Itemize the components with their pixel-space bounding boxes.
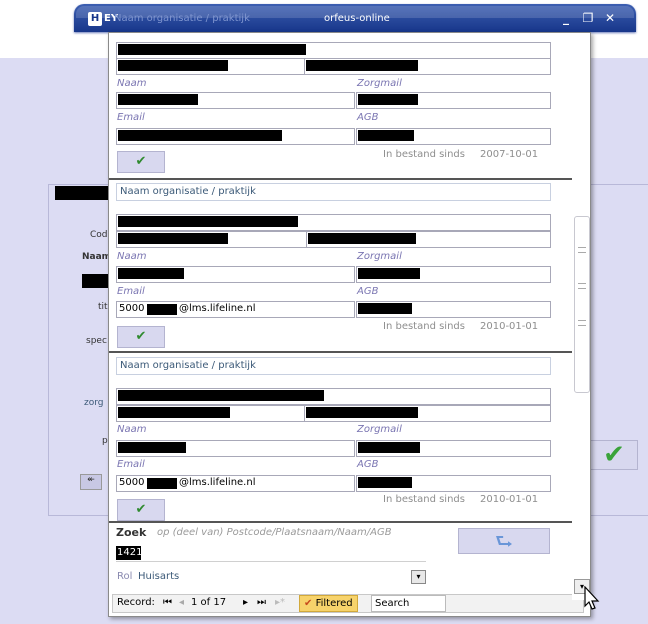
search-label: Zoek — [116, 526, 147, 539]
first-record-button[interactable]: ⏮ — [163, 597, 172, 608]
filtered-toggle[interactable]: ✔ Filtered — [299, 595, 358, 612]
thumb-grip-icon — [578, 247, 586, 253]
record-label: Record: — [117, 597, 155, 608]
record3-naam-redacted — [118, 442, 186, 453]
restore-button[interactable]: ❐ — [580, 10, 596, 26]
background-redacted — [55, 186, 108, 200]
record-separator — [109, 178, 572, 180]
background-code-label: Cod — [90, 230, 108, 240]
last-record-button[interactable]: ⏭ — [257, 597, 266, 608]
record2-select-button[interactable]: ✔ — [117, 326, 165, 348]
record2-zorgmail-label: Zorgmail — [357, 251, 402, 262]
record1-org-redacted — [118, 44, 306, 55]
record1-naam-label: Naam — [117, 78, 147, 89]
record1-naam-redacted — [118, 94, 198, 105]
record3-address-redacted — [118, 390, 324, 401]
app-icon: H — [88, 12, 102, 26]
record2-city-redacted — [308, 233, 416, 244]
search-underline — [116, 561, 426, 562]
record3-org-field[interactable]: Naam organisatie / praktijk — [116, 357, 551, 375]
record-separator — [109, 521, 572, 523]
record2-address-redacted — [118, 216, 298, 227]
record3-email-field[interactable]: 5000 @lms.lifeline.nl — [116, 475, 355, 492]
record-position[interactable]: 1 of 17 — [191, 597, 226, 608]
record1-email-redacted — [118, 130, 282, 141]
record3-naam-label: Naam — [117, 424, 147, 435]
minimize-button[interactable]: _ — [558, 10, 574, 26]
record3-agb-redacted — [358, 477, 412, 488]
record3-email-label: Email — [117, 459, 145, 470]
record3-email-redacted — [147, 478, 177, 489]
record3-email-suffix: @lms.lifeline.nl — [179, 477, 256, 488]
record2-agb-redacted — [358, 303, 412, 314]
thumb-grip-icon — [578, 283, 586, 289]
record3-since-label: In bestand sinds — [383, 494, 465, 505]
new-record-button[interactable]: ▸* — [275, 597, 285, 608]
rol-label: Rol — [117, 571, 133, 582]
record2-naam-redacted — [118, 268, 184, 279]
rol-select[interactable]: Huisarts — [138, 571, 179, 582]
search-input[interactable]: 1421 — [116, 546, 142, 560]
search-box[interactable]: Search — [371, 595, 446, 612]
record2-street-redacted — [118, 233, 228, 244]
record2-email-label: Email — [117, 286, 145, 297]
background-redacted-2 — [82, 274, 108, 288]
record3-city-redacted — [306, 407, 418, 418]
record3-since-value: 2010-01-01 — [480, 494, 539, 505]
background-back-button[interactable]: ↞ — [80, 474, 102, 490]
record3-agb-label: AGB — [357, 459, 379, 470]
background-spec-label: spec — [86, 336, 107, 346]
filter-icon: ✔ — [304, 598, 313, 609]
background-tit-label: tit — [98, 302, 108, 312]
previous-record-button[interactable]: ◂ — [179, 597, 184, 608]
record2-email-redacted — [147, 304, 177, 315]
search-hint: op (deel van) Postcode/Plaatsnaam/Naam/A… — [157, 527, 392, 538]
record3-street-redacted — [118, 407, 230, 418]
record2-zorgmail-redacted — [358, 268, 420, 279]
record1-address-redacted — [118, 60, 228, 71]
search-go-button[interactable]: ⮑ — [458, 528, 550, 554]
record-navigation-bar: Record: ⏮ ◂ 1 of 17 ▸ ⏭ ▸* ✔ Filtered Se… — [112, 594, 584, 613]
filtered-label: Filtered — [315, 598, 353, 609]
background-ok-button[interactable]: ✔ — [590, 440, 638, 470]
record2-email-field[interactable]: 5000 @lms.lifeline.nl — [116, 301, 355, 318]
record1-zorgmail-redacted — [358, 94, 418, 105]
record2-agb-label: AGB — [357, 286, 379, 297]
window-title: orfeus-online — [324, 13, 390, 24]
record2-email-prefix: 5000 — [119, 303, 145, 314]
background-p-label: p — [102, 436, 108, 446]
record3-select-button[interactable]: ✔ — [117, 499, 165, 521]
record2-naam-label: Naam — [117, 251, 147, 262]
record2-since-value: 2010-01-01 — [480, 321, 539, 332]
scrollbar-thumb[interactable] — [574, 216, 590, 393]
title-faint-text: Naam organisatie / praktijk — [114, 13, 250, 24]
close-button[interactable]: ✕ — [602, 10, 618, 26]
record3-zorgmail-label: Zorgmail — [357, 424, 402, 435]
record2-since-label: In bestand sinds — [383, 321, 465, 332]
record3-zorgmail-redacted — [358, 442, 420, 453]
record3-email-prefix: 5000 — [119, 477, 145, 488]
record2-email-suffix: @lms.lifeline.nl — [179, 303, 256, 314]
record1-agb-redacted — [358, 130, 414, 141]
vertical-scrollbar[interactable]: ▾ — [572, 40, 590, 600]
record-separator — [109, 351, 572, 353]
next-record-button[interactable]: ▸ — [243, 597, 248, 608]
mouse-pointer-icon — [584, 586, 600, 610]
record1-email-label: Email — [117, 112, 145, 123]
search-box-label: Search — [375, 598, 410, 609]
background-naam-label: Naam — [82, 252, 112, 262]
record1-agb-label: AGB — [357, 112, 379, 123]
record1-since-label: In bestand sinds — [383, 149, 465, 160]
record1-zorgmail-label: Zorgmail — [357, 78, 402, 89]
rol-dropdown-button[interactable]: ▾ — [411, 570, 426, 584]
record1-select-button[interactable]: ✔ — [117, 151, 165, 173]
title-bar[interactable]: H EY Naam organisatie / praktijk orfeus-… — [74, 4, 636, 32]
record2-org-field[interactable]: Naam organisatie / praktijk — [116, 183, 551, 201]
thumb-grip-icon — [578, 320, 586, 326]
record1-city-redacted — [306, 60, 418, 71]
record1-since-value: 2007-10-01 — [480, 149, 539, 160]
background-zorg-label: zorg — [84, 398, 104, 408]
